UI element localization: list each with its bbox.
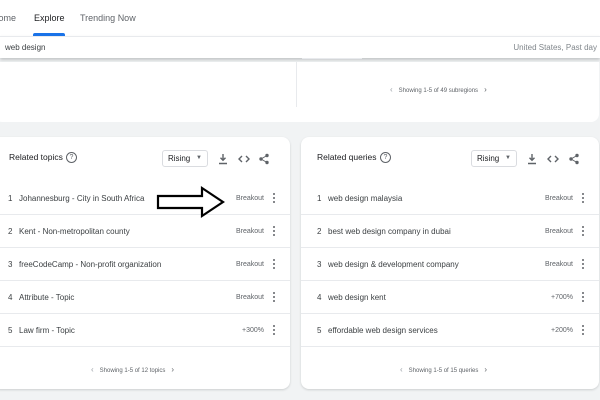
queries-pager-label: Showing 1-5 of 15 queries <box>408 368 479 374</box>
interest-by-subregion-card <box>0 62 599 122</box>
search-filters[interactable]: United States, Past day <box>513 37 597 59</box>
more-vert-icon[interactable] <box>581 193 585 204</box>
row-value: +700% <box>551 294 573 301</box>
caret-down-icon: ▼ <box>196 155 202 161</box>
topics-pager-label: Showing 1-5 of 12 topics <box>99 368 166 374</box>
row-value: +300% <box>242 327 264 334</box>
more-vert-icon[interactable] <box>272 325 276 336</box>
table-row[interactable]: 5 effordable web design services +200% <box>301 314 599 347</box>
row-rank: 1 <box>8 194 13 203</box>
filter-select-value: Rising <box>168 154 191 163</box>
table-row[interactable]: 3 freeCodeCamp - Non-profit organization… <box>0 248 290 281</box>
panel-title: Related queries <box>317 152 377 162</box>
caret-down-icon: ▼ <box>505 155 511 161</box>
row-label[interactable]: web design & development company <box>328 248 459 281</box>
table-row[interactable]: 4 web design kent +700% <box>301 281 599 314</box>
row-rank: 5 <box>317 326 322 335</box>
top-nav: Home Explore Trending Now <box>0 0 600 36</box>
row-label[interactable]: Johannesburg - City in South Africa <box>19 182 144 215</box>
filter-select-value: Rising <box>477 154 500 163</box>
subregion-pager: ‹ Showing 1-5 of 49 subregions › <box>390 86 487 95</box>
chevron-right-icon[interactable]: › <box>484 365 487 374</box>
filter-select[interactable]: Rising ▼ <box>471 150 517 167</box>
search-term[interactable]: web design <box>5 37 45 59</box>
row-rank: 4 <box>317 293 322 302</box>
row-rank: 5 <box>8 326 13 335</box>
chevron-left-icon[interactable]: ‹ <box>400 365 403 374</box>
row-value: Breakout <box>235 228 264 235</box>
more-vert-icon[interactable] <box>272 259 276 270</box>
row-rank: 2 <box>317 227 322 236</box>
row-label[interactable]: web design kent <box>328 281 386 314</box>
row-label[interactable]: effordable web design services <box>328 314 438 347</box>
table-row[interactable]: 4 Attribute - Topic Breakout <box>0 281 290 314</box>
row-rank: 3 <box>317 260 322 269</box>
download-icon[interactable] <box>526 153 538 165</box>
row-rank: 3 <box>8 260 13 269</box>
more-vert-icon[interactable] <box>272 292 276 303</box>
help-circle-icon[interactable]: ? <box>66 152 77 163</box>
row-rank: 4 <box>8 293 13 302</box>
row-label[interactable]: freeCodeCamp - Non-profit organization <box>19 248 161 281</box>
row-value: Breakout <box>544 261 573 268</box>
table-row[interactable]: 2 Kent - Non-metropolitan county Breakou… <box>0 215 290 248</box>
code-embed-icon[interactable] <box>547 153 559 165</box>
more-vert-icon[interactable] <box>581 325 585 336</box>
share-icon[interactable] <box>568 153 580 165</box>
more-vert-icon[interactable] <box>272 193 276 204</box>
related-topics-panel: Related topics ? Rising ▼ 1 Johannesburg… <box>0 137 290 389</box>
nav-explore[interactable]: Explore <box>34 0 65 36</box>
subregion-pager-label: Showing 1-5 of 49 subregions <box>398 88 479 94</box>
filter-select[interactable]: Rising ▼ <box>162 150 208 167</box>
nav-trending-now[interactable]: Trending Now <box>80 0 136 36</box>
related-queries-panel: Related queries ? Rising ▼ 1 web design … <box>301 137 599 389</box>
help-circle-icon[interactable]: ? <box>380 152 391 163</box>
row-label[interactable]: Kent - Non-metropolitan county <box>19 215 130 248</box>
row-rank: 1 <box>317 194 322 203</box>
subregion-row-divider <box>302 58 362 59</box>
download-icon[interactable] <box>217 153 229 165</box>
row-value: Breakout <box>235 294 264 301</box>
right-arrow-annotation <box>156 185 226 219</box>
table-row[interactable]: 1 web design malaysia Breakout <box>301 182 599 215</box>
row-value: +200% <box>551 327 573 334</box>
search-bar[interactable]: web design United States, Past day <box>0 36 600 58</box>
row-value: Breakout <box>235 261 264 268</box>
code-embed-icon[interactable] <box>238 153 250 165</box>
topics-pager: ‹ Showing 1-5 of 12 topics › <box>91 366 174 375</box>
row-value: Breakout <box>544 195 573 202</box>
more-vert-icon[interactable] <box>581 259 585 270</box>
chevron-right-icon[interactable]: › <box>171 365 174 374</box>
queries-pager: ‹ Showing 1-5 of 15 queries › <box>400 366 487 375</box>
row-label[interactable]: web design malaysia <box>328 182 402 215</box>
row-rank: 2 <box>8 227 13 236</box>
panel-title: Related topics <box>9 152 63 162</box>
chevron-left-icon[interactable]: ‹ <box>390 86 393 94</box>
chevron-left-icon[interactable]: ‹ <box>91 365 94 374</box>
nav-home[interactable]: Home <box>0 0 16 36</box>
more-vert-icon[interactable] <box>272 226 276 237</box>
row-label[interactable]: Law firm - Topic <box>19 314 75 347</box>
card-divider <box>296 62 297 107</box>
row-value: Breakout <box>544 228 573 235</box>
row-label[interactable]: Attribute - Topic <box>19 281 74 314</box>
more-vert-icon[interactable] <box>581 226 585 237</box>
table-row[interactable]: 3 web design & development company Break… <box>301 248 599 281</box>
table-row[interactable]: 5 Law firm - Topic +300% <box>0 314 290 347</box>
table-row[interactable]: 2 best web design company in dubai Break… <box>301 215 599 248</box>
row-label[interactable]: best web design company in dubai <box>328 215 451 248</box>
table-row[interactable]: 1 Johannesburg - City in South Africa Br… <box>0 182 290 215</box>
chevron-right-icon[interactable]: › <box>484 86 487 94</box>
more-vert-icon[interactable] <box>581 292 585 303</box>
share-icon[interactable] <box>258 153 270 165</box>
